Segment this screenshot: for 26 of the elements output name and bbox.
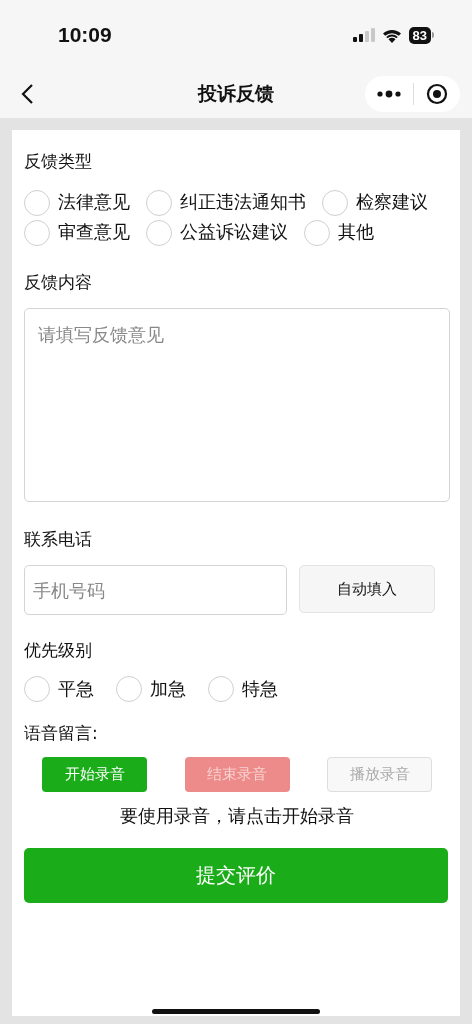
radio-label[interactable]: 检察建议 [356, 187, 428, 217]
autofill-button[interactable]: 自动填入 [299, 565, 435, 613]
radio-label[interactable]: 平急 [58, 677, 94, 701]
close-icon[interactable] [426, 83, 448, 105]
page-title: 投诉反馈 [198, 81, 274, 106]
phone-field[interactable]: 手机号码 [24, 565, 287, 615]
signal-icon [352, 28, 375, 42]
section-label: 联系电话 [24, 528, 93, 551]
wifi-icon [381, 27, 402, 43]
back-icon[interactable] [20, 83, 34, 105]
section-label: 反馈类型 [24, 150, 93, 173]
feedback-textarea[interactable]: 请填写反馈意见 [24, 308, 450, 502]
status-time: 10:09 [58, 23, 112, 47]
more-icon[interactable] [377, 90, 401, 98]
radio-label[interactable]: 法律意见 [58, 187, 130, 217]
battery-icon: 83 [408, 26, 434, 44]
section-label: 优先级别 [24, 639, 93, 662]
radio-label[interactable]: 纠正违法通知书 [180, 187, 306, 217]
radio-label[interactable]: 公益诉讼建议 [180, 217, 288, 247]
radio-label[interactable]: 审查意见 [58, 217, 130, 247]
record-hint: 要使用录音，请点击开始录音 [119, 804, 355, 828]
radio-label[interactable]: 特急 [242, 677, 278, 701]
section-label: 反馈内容 [24, 271, 93, 294]
radio-label[interactable]: 其他 [338, 217, 374, 247]
section-label: 语音留言: [24, 722, 99, 745]
radio-label[interactable]: 加急 [150, 677, 186, 701]
